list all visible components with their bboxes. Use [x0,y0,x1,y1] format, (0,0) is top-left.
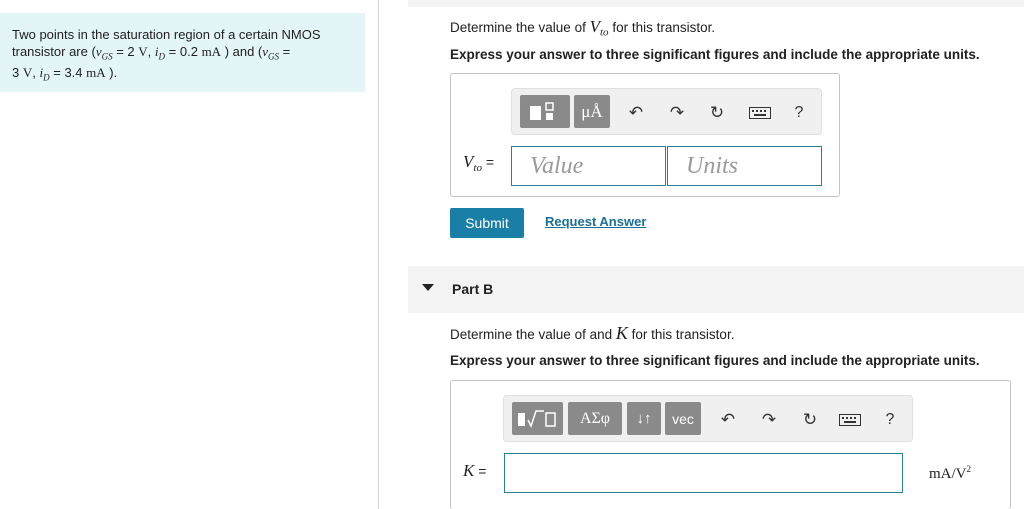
arrows-button[interactable]: ↓↑ [627,402,661,435]
part-a-header-strip [408,0,1024,7]
help-icon[interactable]: ? [878,408,902,432]
part-b-instruction: Express your answer to three significant… [450,353,980,368]
reset-icon[interactable]: ↻ [798,408,822,432]
part-a-instruction: Express your answer to three significant… [450,47,980,62]
help-icon[interactable]: ? [787,101,811,125]
redo-icon[interactable]: ↷ [757,408,781,432]
part-b-header[interactable]: Part B [408,266,1024,313]
redo-icon[interactable]: ↷ [665,101,689,125]
reset-icon[interactable]: ↻ [705,101,729,125]
part-a-answer-box: μÅ ↶ ↷ ↻ ? Vto = Value Units [450,73,840,197]
keyboard-icon[interactable] [746,101,774,125]
undo-icon[interactable]: ↶ [624,101,648,125]
keyboard-icon[interactable] [836,408,864,432]
left-panel: Two points in the saturation region of a… [0,0,379,509]
problem-line-2: transistor are (vGS = 2 V, iD = 0.2 mA )… [12,43,291,62]
templates-sqrt-icon [517,409,556,428]
part-b-answer-box: ΑΣφ ↓↑ vec ↶ ↷ ↻ ? K = mA/V2 [450,380,1011,509]
part-b-toolbar: ΑΣφ ↓↑ vec ↶ ↷ ↻ ? [503,395,913,442]
request-answer-link[interactable]: Request Answer [545,214,646,229]
part-b-question: Determine the value of and K for this tr… [450,323,735,343]
units-button[interactable]: μÅ [574,95,610,128]
greek-symbols-button[interactable]: ΑΣφ [568,402,622,435]
k-value-input[interactable] [504,453,903,493]
k-units-label: mA/V2 [929,464,971,482]
vto-input-label: Vto = [463,152,495,174]
templates-sqrt-button[interactable] [512,402,563,435]
part-b-title: Part B [452,281,494,297]
problem-statement: Two points in the saturation region of a… [0,13,365,92]
part-a-toolbar: μÅ ↶ ↷ ↻ ? [511,88,822,135]
k-input-label: K = [463,461,487,480]
units-input[interactable]: Units [667,146,822,186]
vector-button[interactable]: vec [665,402,701,435]
problem-line-1: Two points in the saturation region of a… [12,27,321,42]
submit-button[interactable]: Submit [450,208,524,238]
part-a-question: Determine the value of Vto for this tran… [450,17,716,39]
problem-line-3: 3 V, iD = 3.4 mA ). [12,64,118,83]
templates-button[interactable] [520,95,570,128]
undo-icon[interactable]: ↶ [716,408,740,432]
value-input[interactable]: Value [511,146,666,186]
collapse-caret-icon[interactable] [422,284,434,291]
templates-icon [530,101,554,120]
